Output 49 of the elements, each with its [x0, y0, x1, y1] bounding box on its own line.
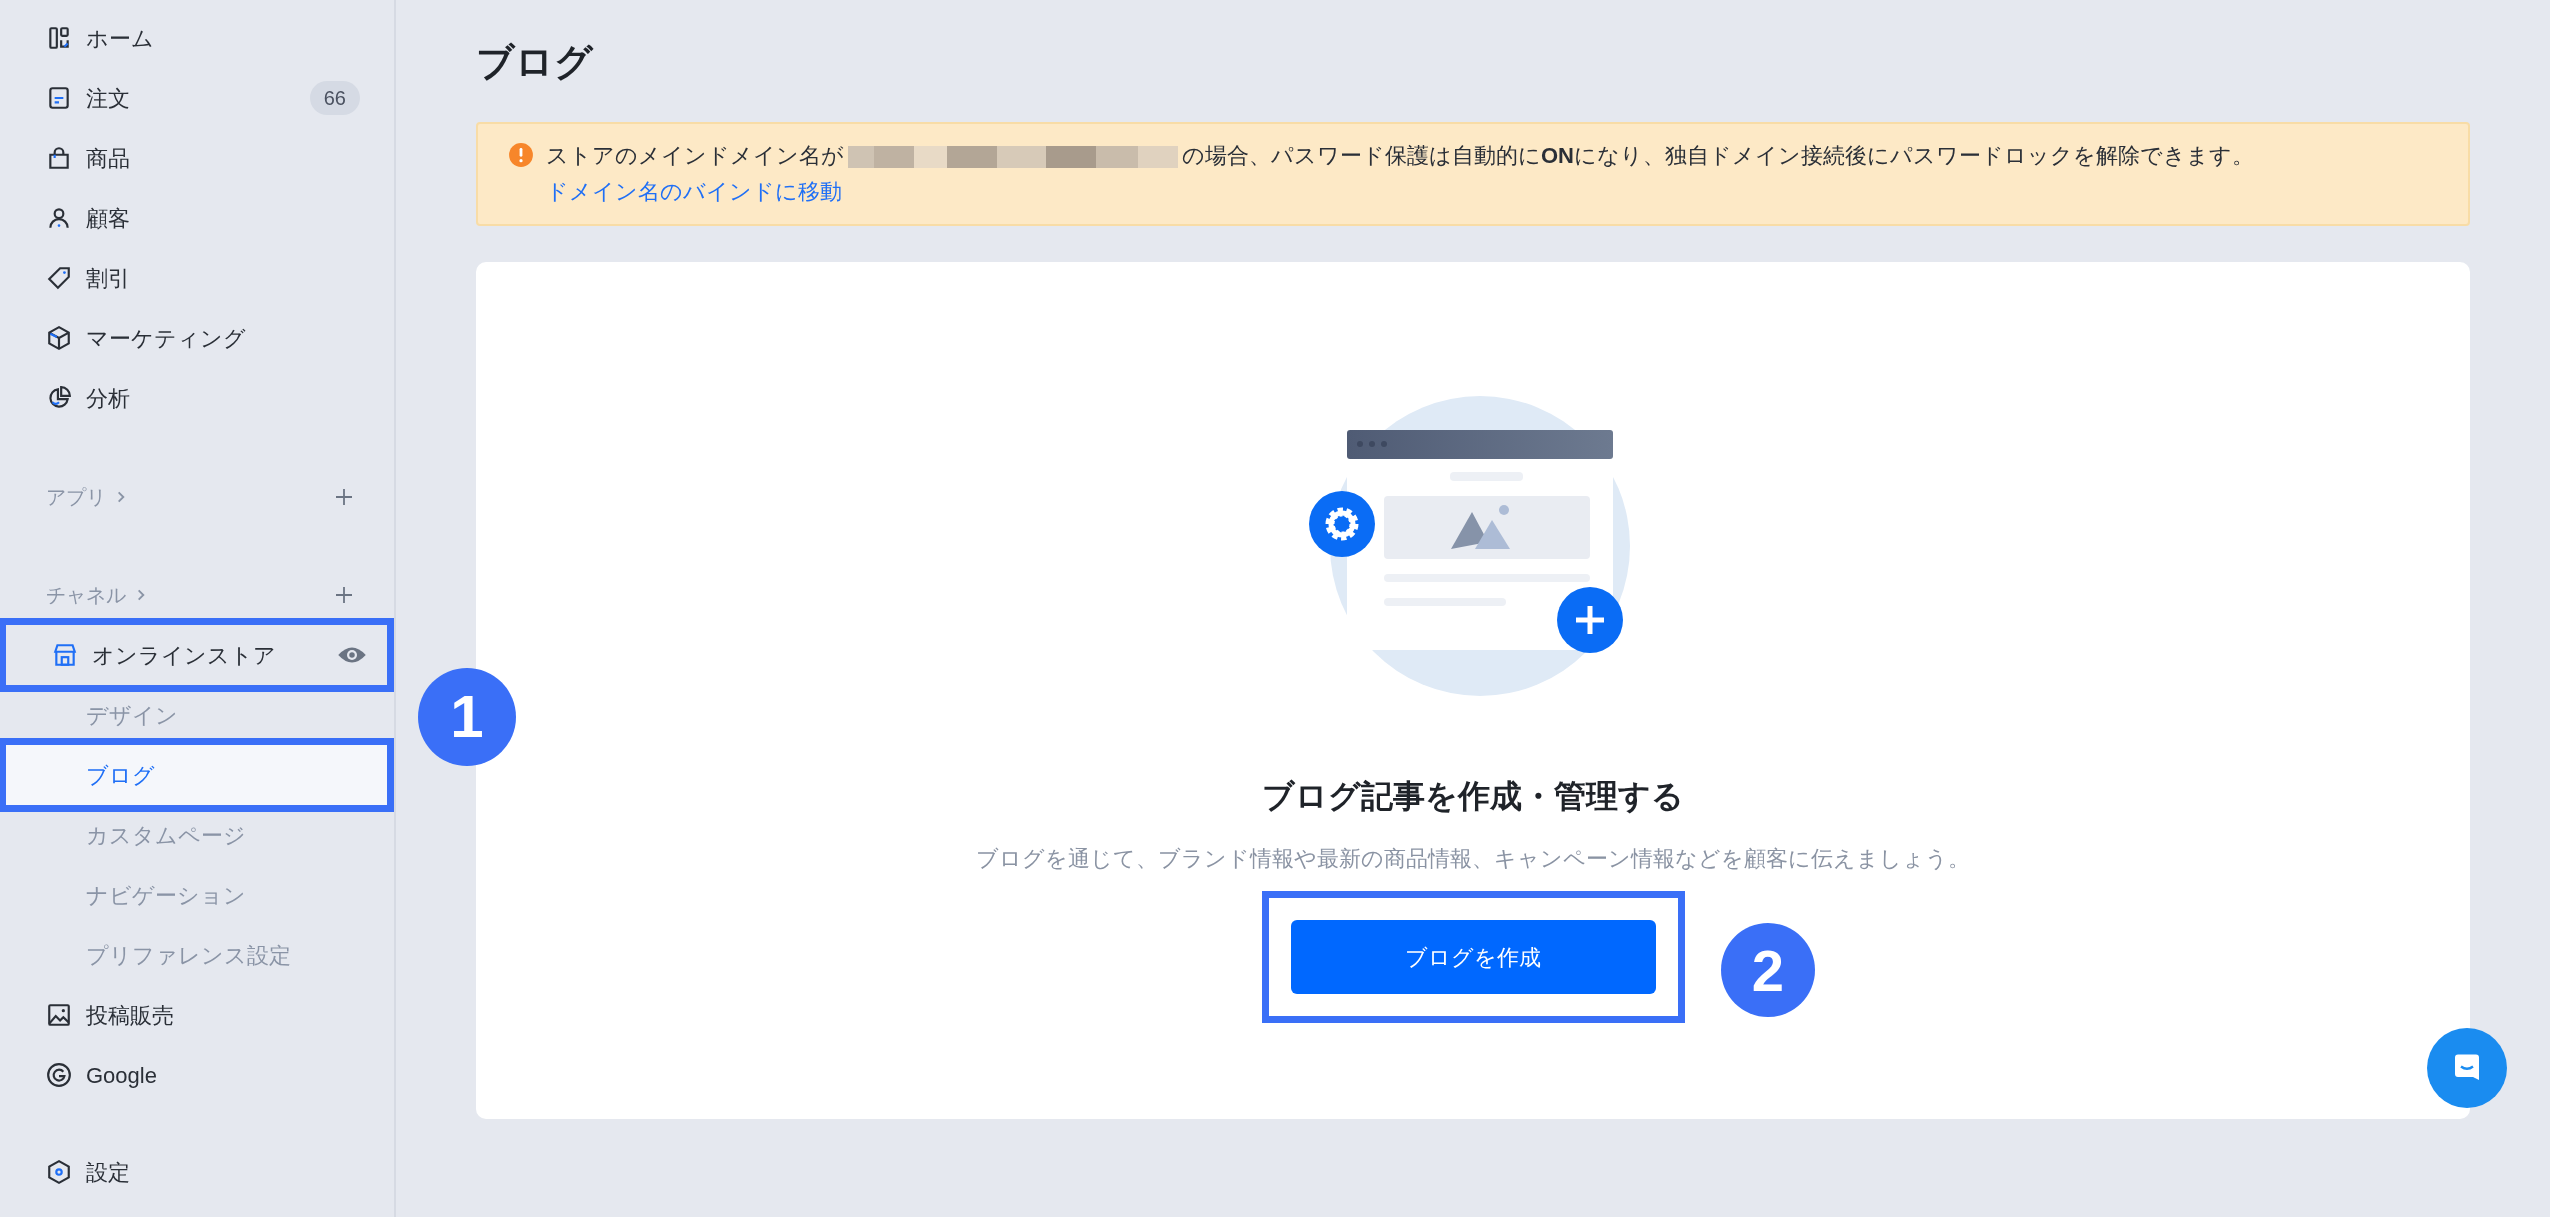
person-icon: [46, 205, 72, 231]
nav-label: マーケティング: [86, 324, 247, 353]
nav-label: 商品: [86, 144, 131, 173]
nav-label: プリファレンス設定: [86, 941, 292, 970]
nav-item[interactable]: 設定: [0, 1142, 394, 1202]
nav-label: 割引: [86, 264, 131, 293]
notice-text: ストアのメインドメイン名が の場合、パスワード保護は自動的にONになり、独自ドメイン接続後にパスワードロックを解除できます。 ドメイン名のバインドに移動: [546, 142, 2255, 206]
nav-label: 注文: [86, 84, 131, 113]
nav-item[interactable]: 分析: [0, 368, 394, 428]
nav-label: 分析: [86, 384, 131, 413]
settings-icon: [46, 1159, 72, 1185]
nav-item[interactable]: 商品: [0, 128, 394, 188]
nav-label: ホーム: [86, 24, 155, 53]
nav-item[interactable]: マーケティング: [0, 308, 394, 368]
nav-item[interactable]: オンラインストア: [6, 625, 387, 685]
nav-label: オンラインストア: [92, 641, 277, 670]
callout-number: 1: [418, 668, 516, 766]
nav-label: Google: [86, 1061, 158, 1090]
cube-icon: [46, 325, 72, 351]
store-icon: [52, 642, 78, 668]
nav-item[interactable]: 注文 66: [0, 68, 394, 128]
nav-label: 投稿販売: [86, 1001, 175, 1030]
nav-item[interactable]: 顧客: [0, 188, 394, 248]
layout-icon: [46, 25, 72, 51]
add-icon[interactable]: [334, 487, 354, 507]
nav-item[interactable]: 割引: [0, 248, 394, 308]
nav-item[interactable]: ホーム: [0, 8, 394, 68]
count-badge: 66: [309, 81, 360, 115]
nav-item[interactable]: Google: [0, 1045, 394, 1105]
nav-label: 顧客: [86, 204, 131, 233]
nav-item[interactable]: 投稿販売: [0, 985, 394, 1045]
google-g-icon: [46, 1062, 72, 1088]
warning-icon: [508, 142, 534, 168]
empty-state-description: ブログを通じて、ブランド情報や最新の商品情報、キャンペーン情報などを顧客に伝えましょう。: [976, 845, 1970, 873]
nav-label: デザイン: [86, 701, 179, 730]
nav-label: カスタムページ: [86, 821, 247, 850]
create-blog-button[interactable]: ブログを作成: [1290, 920, 1656, 994]
tag-icon: [46, 265, 72, 291]
nav-label: 設定: [86, 1158, 130, 1187]
add-icon[interactable]: [334, 585, 354, 605]
bag-icon: [46, 145, 72, 171]
empty-state-heading: ブログ記事を作成・管理する: [1262, 777, 1684, 816]
document-icon: [46, 85, 72, 111]
pie-chart-icon: [46, 385, 72, 411]
nav-label: ナビゲーション: [86, 881, 247, 910]
page-title: ブログ: [476, 40, 595, 85]
bind-domain-link[interactable]: ドメイン名のバインドに移動: [546, 179, 842, 204]
nav-label: ブログ: [86, 761, 156, 790]
image-icon: [46, 1002, 72, 1028]
